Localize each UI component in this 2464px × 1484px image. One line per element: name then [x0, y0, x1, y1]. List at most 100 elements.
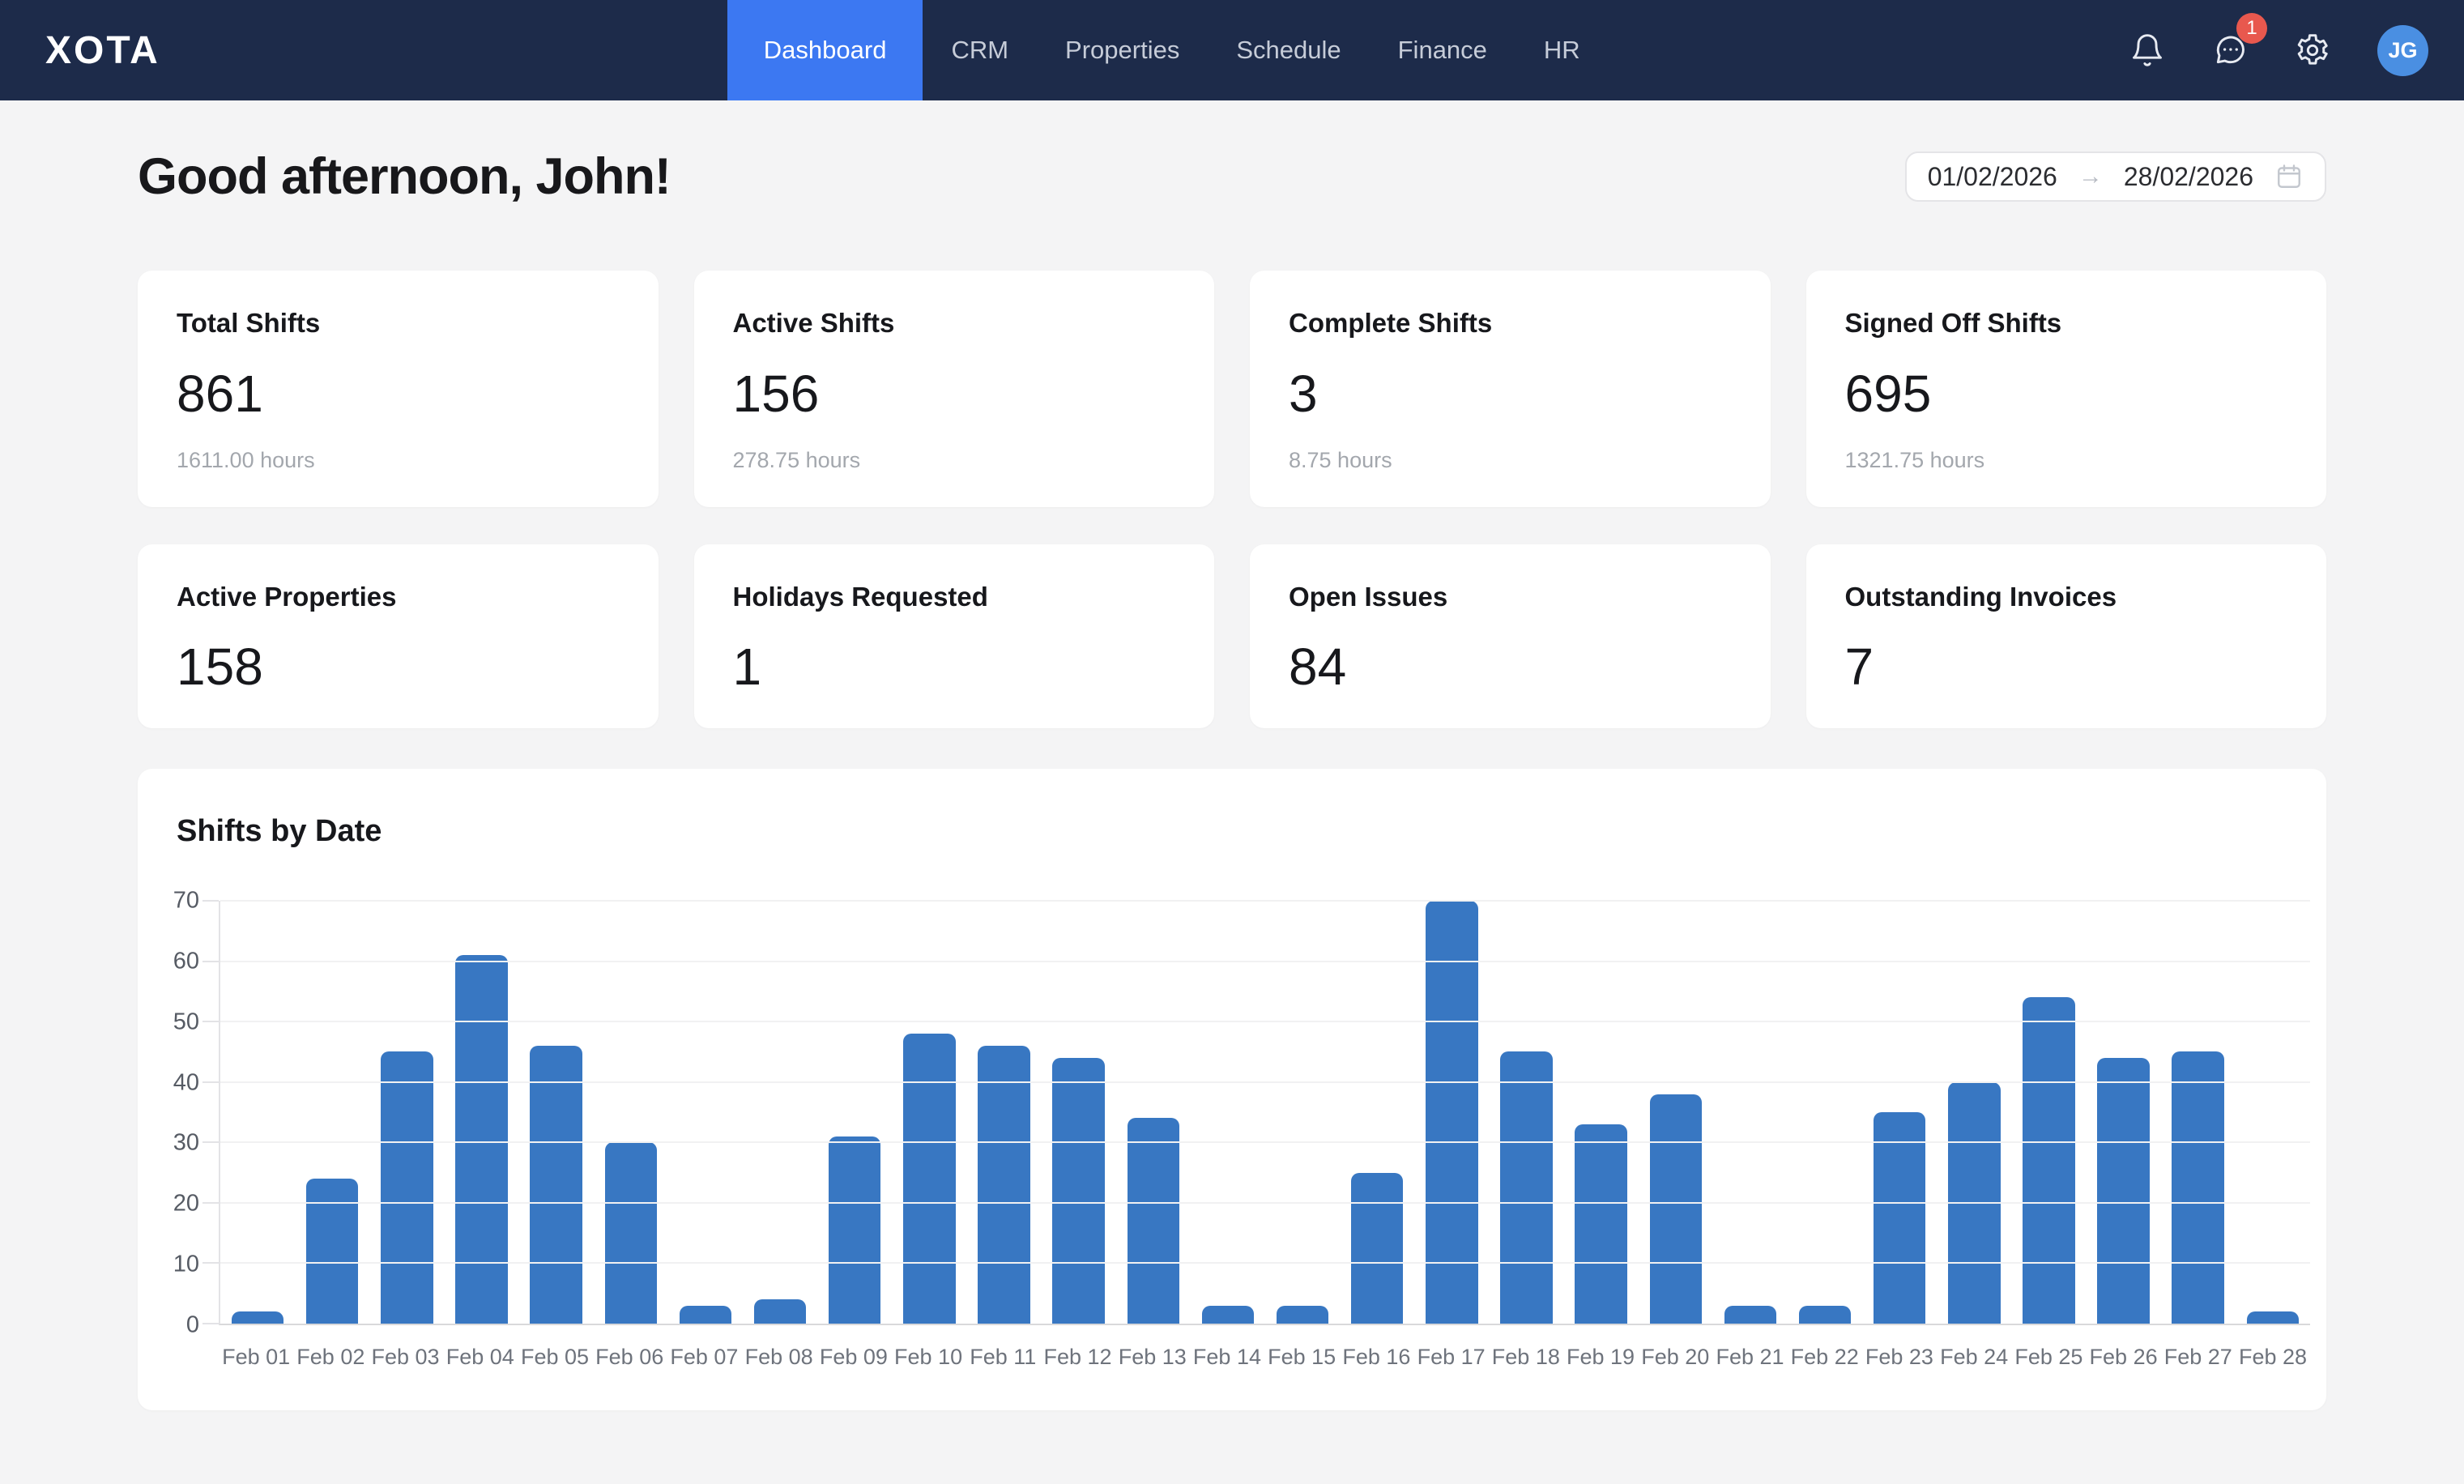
- bar-slot: [519, 901, 594, 1324]
- y-axis-tick: [202, 900, 219, 902]
- bar-feb-18[interactable]: [1500, 1051, 1552, 1324]
- bar-feb-01[interactable]: [232, 1311, 283, 1324]
- bar-feb-14[interactable]: [1202, 1306, 1254, 1324]
- x-tick-label: Feb 23: [1862, 1345, 1937, 1370]
- bar-slot: [1191, 901, 1265, 1324]
- stat-card-signed-off-shifts: Signed Off Shifts6951321.75 hours: [1806, 271, 2327, 507]
- bar-feb-05[interactable]: [530, 1046, 582, 1324]
- calendar-icon: [2274, 162, 2304, 191]
- bar-feb-16[interactable]: [1351, 1173, 1403, 1324]
- stat-card-active-properties: Active Properties158: [138, 544, 659, 728]
- bar-feb-22[interactable]: [1799, 1306, 1851, 1324]
- x-label-slot: Feb 10: [891, 1345, 966, 1370]
- x-tick-label: Feb 03: [368, 1345, 442, 1370]
- bar-feb-13[interactable]: [1128, 1118, 1179, 1324]
- x-tick-label: Feb 22: [1788, 1345, 1862, 1370]
- chart-x-axis-labels: Feb 01Feb 02Feb 03Feb 04Feb 05Feb 06Feb …: [219, 1345, 2310, 1370]
- bar-feb-10[interactable]: [903, 1034, 955, 1324]
- x-tick-label: Feb 04: [443, 1345, 518, 1370]
- bar-slot: [2236, 901, 2310, 1324]
- bar-feb-17[interactable]: [1426, 901, 1477, 1324]
- nav-item-properties[interactable]: Properties: [1037, 0, 1208, 100]
- bar-feb-21[interactable]: [1724, 1306, 1776, 1324]
- user-avatar[interactable]: JG: [2377, 25, 2428, 76]
- stat-title: Total Shifts: [177, 308, 620, 339]
- bar-feb-04[interactable]: [455, 955, 507, 1324]
- stat-title: Active Properties: [177, 582, 620, 612]
- nav-item-hr[interactable]: HR: [1515, 0, 1609, 100]
- stat-value: 3: [1289, 364, 1732, 424]
- shifts-by-date-card: Shifts by Date 010203040506070 Feb 01Feb…: [138, 769, 2326, 1410]
- bar-slot: [2087, 901, 2161, 1324]
- bar-feb-11[interactable]: [978, 1046, 1030, 1324]
- x-tick-label: Feb 06: [592, 1345, 667, 1370]
- nav-item-dashboard[interactable]: Dashboard: [727, 0, 923, 100]
- x-label-slot: Feb 27: [2161, 1345, 2236, 1370]
- bar-slot: [817, 901, 892, 1324]
- x-label-slot: Feb 01: [219, 1345, 293, 1370]
- stat-card-outstanding-invoices: Outstanding Invoices 7: [1806, 544, 2327, 728]
- chart-plot-wrap: 010203040506070: [164, 901, 2310, 1325]
- stat-card-open-issues: Open Issues84: [1250, 544, 1771, 728]
- bar-feb-15[interactable]: [1277, 1306, 1328, 1324]
- messages-button[interactable]: 1: [2212, 32, 2248, 68]
- page-title: Good afternoon, John!: [138, 147, 671, 206]
- chart-title: Shifts by Date: [177, 814, 2310, 849]
- x-tick-label: Feb 27: [2161, 1345, 2236, 1370]
- bar-feb-23[interactable]: [1874, 1112, 1925, 1324]
- x-label-slot: Feb 15: [1264, 1345, 1339, 1370]
- stat-card-holidays-requested: Holidays Requested1: [694, 544, 1215, 728]
- x-tick-label: Feb 25: [2011, 1345, 2086, 1370]
- bar-slot: [892, 901, 966, 1324]
- bar-feb-28[interactable]: [2247, 1311, 2299, 1324]
- bar-feb-02[interactable]: [306, 1179, 358, 1324]
- stat-subtitle: 278.75 hours: [733, 448, 1176, 473]
- x-tick-label: Feb 13: [1115, 1345, 1190, 1370]
- bar-feb-12[interactable]: [1052, 1058, 1104, 1324]
- bar-feb-27[interactable]: [2172, 1051, 2223, 1324]
- notifications-button[interactable]: [2129, 32, 2165, 68]
- bar-feb-03[interactable]: [381, 1051, 433, 1324]
- date-range-end[interactable]: 28/02/2026: [2124, 162, 2253, 192]
- bar-slot: [1788, 901, 1862, 1324]
- bar-slot: [295, 901, 369, 1324]
- y-tick-label: 70: [173, 888, 199, 915]
- x-label-slot: Feb 03: [368, 1345, 442, 1370]
- stat-value: 7: [1845, 637, 2288, 697]
- stat-title: Active Shifts: [733, 308, 1176, 339]
- bar-feb-20[interactable]: [1650, 1094, 1702, 1324]
- stat-subtitle: 8.75 hours: [1289, 448, 1732, 473]
- bar-feb-06[interactable]: [605, 1142, 657, 1324]
- bar-feb-19[interactable]: [1575, 1124, 1626, 1324]
- bar-feb-08[interactable]: [754, 1299, 806, 1324]
- stat-value: 84: [1289, 637, 1732, 697]
- stat-card-total-shifts: Total Shifts8611611.00 hours: [138, 271, 659, 507]
- x-label-slot: Feb 28: [2236, 1345, 2310, 1370]
- nav-item-finance[interactable]: Finance: [1370, 0, 1515, 100]
- date-range-start[interactable]: 01/02/2026: [1928, 162, 2057, 192]
- y-axis-tick: [202, 1202, 219, 1204]
- nav-item-schedule[interactable]: Schedule: [1208, 0, 1369, 100]
- x-tick-label: Feb 08: [742, 1345, 816, 1370]
- gridline: [220, 900, 2310, 902]
- bar-feb-07[interactable]: [680, 1306, 731, 1324]
- settings-button[interactable]: [2295, 32, 2330, 68]
- bar-slot: [1937, 901, 2011, 1324]
- chart-plot-area: [219, 901, 2310, 1325]
- bar-slot: [2161, 901, 2236, 1324]
- date-range-picker[interactable]: 01/02/2026 → 28/02/2026: [1905, 151, 2326, 202]
- stat-title: Outstanding Invoices: [1845, 582, 2288, 612]
- y-tick-label: 40: [173, 1069, 199, 1096]
- x-label-slot: Feb 20: [1638, 1345, 1712, 1370]
- nav-item-crm[interactable]: CRM: [923, 0, 1037, 100]
- bar-feb-09[interactable]: [829, 1136, 880, 1324]
- x-tick-label: Feb 01: [219, 1345, 293, 1370]
- x-tick-label: Feb 12: [1040, 1345, 1115, 1370]
- bar-feb-26[interactable]: [2097, 1058, 2149, 1324]
- y-axis-tick: [202, 1081, 219, 1083]
- x-label-slot: Feb 13: [1115, 1345, 1190, 1370]
- x-tick-label: Feb 26: [2086, 1345, 2160, 1370]
- x-label-slot: Feb 16: [1339, 1345, 1413, 1370]
- bar-feb-25[interactable]: [2023, 997, 2074, 1324]
- bar-slot: [220, 901, 295, 1324]
